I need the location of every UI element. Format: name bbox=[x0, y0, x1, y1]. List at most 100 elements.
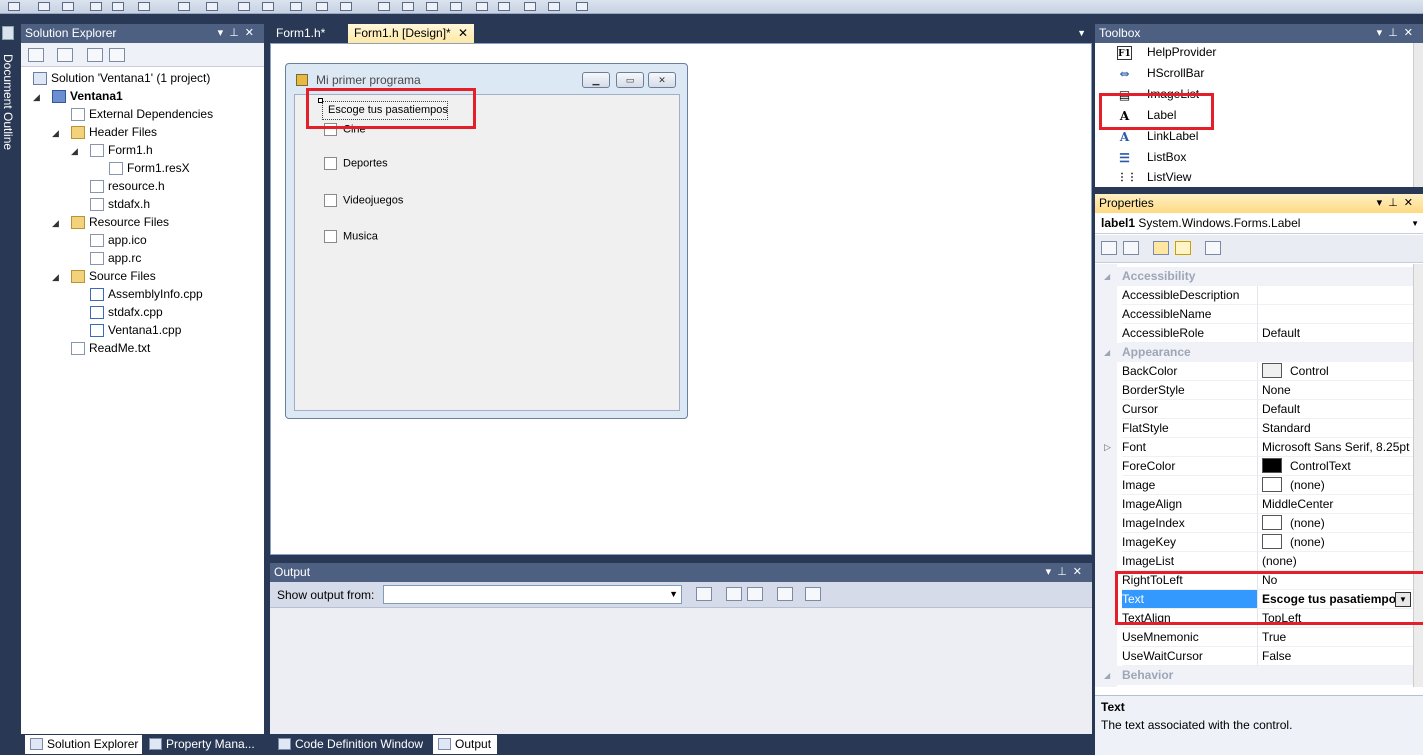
clear-all-icon[interactable] bbox=[777, 587, 793, 601]
output-text-area[interactable] bbox=[270, 608, 1092, 734]
document-outline-strip[interactable]: Document Outline bbox=[0, 14, 18, 755]
category-appearance[interactable]: ◢ Appearance bbox=[1095, 343, 1413, 362]
property-row[interactable]: UseWaitCursor False bbox=[1095, 647, 1413, 666]
decrease-vertical-spacing-icon[interactable] bbox=[426, 2, 438, 11]
tree-item-app-ico[interactable]: app.ico bbox=[90, 231, 147, 249]
property-row[interactable]: ImageIndex (none) bbox=[1095, 514, 1413, 533]
property-row[interactable]: ForeColor ControlText bbox=[1095, 457, 1413, 476]
tree-item-stdafx-h[interactable]: stdafx.h bbox=[90, 195, 150, 213]
increase-spacing-icon[interactable] bbox=[316, 2, 328, 11]
events-lightning-icon[interactable] bbox=[1175, 241, 1191, 255]
tab-code-definition-window[interactable]: Code Definition Window bbox=[273, 735, 429, 754]
property-row[interactable]: ImageList (none) bbox=[1095, 552, 1413, 571]
property-row[interactable]: Image (none) bbox=[1095, 476, 1413, 495]
category-behavior[interactable]: ◢ Behavior bbox=[1095, 666, 1413, 685]
property-row[interactable]: ▷ Font Microsoft Sans Serif, 8.25pt bbox=[1095, 438, 1413, 457]
property-row[interactable]: BackColor Control bbox=[1095, 362, 1413, 381]
bring-to-front-icon[interactable] bbox=[524, 2, 536, 11]
toolbox-item-listbox[interactable]: ☰ ListBox bbox=[1095, 147, 1405, 168]
tab-solution-explorer[interactable]: Solution Explorer bbox=[25, 735, 142, 754]
toolbox-scrollbar[interactable] bbox=[1413, 43, 1423, 187]
center-vertically-icon[interactable] bbox=[498, 2, 510, 11]
view-code-icon[interactable] bbox=[87, 48, 103, 62]
property-row[interactable]: Cursor Default bbox=[1095, 400, 1413, 419]
tab-output[interactable]: Output bbox=[433, 735, 497, 754]
dropdown-icon[interactable]: ▾ bbox=[218, 27, 230, 39]
remove-vertical-spacing-icon[interactable] bbox=[450, 2, 462, 11]
next-message-icon[interactable] bbox=[747, 587, 763, 601]
pin-icon[interactable]: ⊥ bbox=[1057, 566, 1073, 578]
close-icon[interactable]: ✕ bbox=[1073, 566, 1088, 578]
decrease-spacing-icon[interactable] bbox=[340, 2, 352, 11]
align-right-icon[interactable] bbox=[62, 2, 74, 11]
property-row[interactable]: AccessibleDescription bbox=[1095, 286, 1413, 305]
collapse-arrow-icon[interactable]: ◢ bbox=[33, 92, 40, 103]
size-to-grid-icon[interactable] bbox=[262, 2, 274, 11]
tree-item-external-dependencies[interactable]: External Dependencies bbox=[71, 105, 213, 123]
properties-view-icon[interactable] bbox=[1153, 241, 1169, 255]
checkbox-box[interactable] bbox=[324, 157, 337, 170]
property-row[interactable]: AccessibleName bbox=[1095, 305, 1413, 324]
toolbox-item-hscrollbar[interactable]: ⇔ HScrollBar bbox=[1095, 63, 1405, 84]
form-client-area[interactable] bbox=[294, 94, 680, 411]
tree-item-stdafx-cpp[interactable]: stdafx.cpp bbox=[90, 303, 163, 321]
pin-icon[interactable]: ⊥ bbox=[1388, 27, 1404, 39]
tree-item-app-rc[interactable]: app.rc bbox=[90, 249, 141, 267]
dropdown-icon[interactable]: ▾ bbox=[1046, 566, 1058, 578]
checkbox-box[interactable] bbox=[324, 230, 337, 243]
form-close-icon[interactable]: ✕ bbox=[648, 72, 676, 88]
property-row[interactable]: ImageKey (none) bbox=[1095, 533, 1413, 552]
toolbox-item-helpprovider[interactable]: F1 HelpProvider bbox=[1095, 42, 1405, 63]
make-same-height-icon[interactable] bbox=[206, 2, 218, 11]
collapse-arrow-icon[interactable]: ◢ bbox=[1104, 343, 1110, 362]
align-bottom-icon[interactable] bbox=[138, 2, 150, 11]
toolbox-item-listview[interactable]: ⋮⋮ ListView bbox=[1095, 168, 1405, 187]
alphabetical-icon[interactable] bbox=[1123, 241, 1139, 255]
dropdown-icon[interactable]: ▾ bbox=[1377, 197, 1389, 209]
property-row[interactable]: UseMnemonic True bbox=[1095, 628, 1413, 647]
property-row[interactable]: AccessibleRole Default bbox=[1095, 324, 1413, 343]
tab-list-dropdown-icon[interactable]: ▼ bbox=[1077, 28, 1086, 38]
collapse-arrow-icon[interactable]: ◢ bbox=[71, 146, 78, 157]
category-accessibility[interactable]: ◢ Accessibility bbox=[1095, 267, 1413, 286]
make-same-size-icon[interactable] bbox=[238, 2, 250, 11]
checkbox-deportes[interactable]: Deportes bbox=[324, 157, 388, 170]
tree-item-source-files[interactable]: Source Files bbox=[71, 267, 156, 285]
tab-property-manager[interactable]: Property Mana... bbox=[144, 735, 261, 754]
align-middle-icon[interactable] bbox=[112, 2, 124, 11]
checkbox-videojuegos[interactable]: Videojuegos bbox=[324, 194, 403, 207]
tab-form1-h[interactable]: Form1.h* bbox=[270, 24, 331, 43]
categorized-icon[interactable] bbox=[1101, 241, 1117, 255]
tree-item-ventana1-cpp[interactable]: Ventana1.cpp bbox=[90, 321, 181, 339]
increase-vertical-spacing-icon[interactable] bbox=[402, 2, 414, 11]
show-all-files-icon[interactable] bbox=[57, 48, 73, 62]
align-center-icon[interactable] bbox=[38, 2, 50, 11]
align-left-icon[interactable] bbox=[8, 2, 20, 11]
tree-item-header-files[interactable]: Header Files bbox=[71, 123, 157, 141]
close-icon[interactable]: ✕ bbox=[245, 27, 260, 39]
property-row[interactable]: ImageAlign MiddleCenter bbox=[1095, 495, 1413, 514]
checkbox-musica[interactable]: Musica bbox=[324, 230, 378, 243]
collapse-arrow-icon[interactable]: ◢ bbox=[52, 218, 59, 229]
tree-item-assemblyinfo-cpp[interactable]: AssemblyInfo.cpp bbox=[90, 285, 203, 303]
find-message-icon[interactable] bbox=[696, 587, 712, 601]
previous-message-icon[interactable] bbox=[726, 587, 742, 601]
collapse-arrow-icon[interactable]: ◢ bbox=[1104, 267, 1110, 286]
word-wrap-icon[interactable] bbox=[805, 587, 821, 601]
tree-item-form1-h[interactable]: Form1.h bbox=[90, 141, 153, 159]
center-horizontally-icon[interactable] bbox=[476, 2, 488, 11]
properties-icon[interactable] bbox=[28, 48, 44, 62]
minimize-icon[interactable]: ▁ bbox=[582, 72, 610, 88]
close-icon[interactable]: ✕ bbox=[1404, 197, 1419, 209]
maximize-icon[interactable]: ▭ bbox=[616, 72, 644, 88]
close-tab-icon[interactable]: ✕ bbox=[458, 24, 468, 43]
tree-item-form1-resx[interactable]: Form1.resX bbox=[109, 159, 190, 177]
tree-item-project[interactable]: Ventana1 bbox=[52, 87, 123, 105]
collapse-arrow-icon[interactable]: ◢ bbox=[52, 272, 59, 283]
tab-order-icon[interactable] bbox=[576, 2, 588, 11]
tree-item-solution[interactable]: Solution 'Ventana1' (1 project) bbox=[33, 69, 210, 87]
properties-object-selector[interactable]: label1 System.Windows.Forms.Label ▼ bbox=[1095, 213, 1423, 234]
tree-item-readme-txt[interactable]: ReadMe.txt bbox=[71, 339, 150, 357]
pin-icon[interactable]: ⊥ bbox=[1388, 197, 1404, 209]
checkbox-box[interactable] bbox=[324, 194, 337, 207]
